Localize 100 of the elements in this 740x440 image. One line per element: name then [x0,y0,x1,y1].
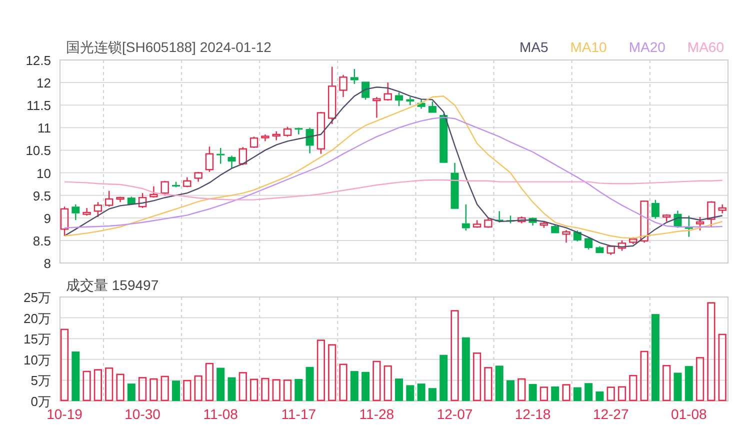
volume-bar [138,377,147,402]
candlestick [596,246,604,254]
volume-bar [306,366,314,401]
axis-label: 10万 [24,352,51,368]
candlestick [484,218,492,228]
volume-bar [283,380,292,402]
axis-label: 12.5 [26,55,51,68]
axis-label: 8.5 [32,233,51,248]
volume-bar [495,366,504,401]
candlestick [417,99,426,109]
candlestick [506,216,514,224]
candlestick [629,237,638,244]
candlestick [528,217,537,226]
candlestick [138,193,147,208]
candlestick [294,128,303,134]
legend-label: MA60 [687,38,724,56]
candlestick [150,186,158,198]
volume-bar [562,384,570,402]
axis-label: 11-08 [203,406,238,422]
candlestick [316,112,326,154]
volume-bar [350,371,358,401]
candlestick [718,204,726,214]
candlestick [283,126,292,137]
candlestick [618,240,626,251]
axis-label: 10.5 [26,143,51,158]
candlestick [72,204,80,220]
candlestick [194,172,202,182]
candlestick [384,82,392,101]
candlestick [172,182,180,188]
candlestick [350,69,358,84]
candlestick [94,202,102,217]
axis-label: 5万 [30,373,51,388]
volume-bar [228,377,236,401]
volume-bar [462,337,470,401]
axis-label: 15万 [24,332,51,347]
candlestick [205,146,214,172]
volume-bar [384,365,392,402]
candlestick [116,196,124,202]
volume-bar [316,340,325,402]
volume-bar [718,334,726,402]
axis-label: 9 [44,210,51,226]
axis-label: 12-07 [436,406,473,422]
volume-bar [272,379,280,402]
volume-bar [528,384,537,401]
candlestick [339,74,348,97]
candlestick [573,230,582,242]
candlestick [606,246,615,255]
candlestick [272,131,280,140]
volume-title: 成交量 159497 [66,277,159,293]
volume-bar [183,380,192,402]
axis-label: 9.5 [32,188,51,204]
legend-label: MA10 [570,38,607,56]
volume-bar [328,344,336,402]
legend-label: MA5 [519,38,548,56]
volume-bar [105,367,114,402]
candlestick [662,214,671,222]
candlestick [328,66,336,124]
volume-bar [216,368,225,401]
axis-label: 12-18 [514,406,551,422]
candlestick [707,201,716,227]
candlestick [684,216,693,237]
volume-bar [540,386,548,402]
axis-label: 12 [36,76,51,91]
volume-bar [261,378,270,402]
volume-bar [172,380,180,401]
volume-bar [372,360,381,402]
candlestick [127,196,136,205]
candlestick [495,211,504,222]
volume-bar [362,372,370,401]
axis-label: 12-27 [592,406,629,422]
volume-bar [506,380,514,401]
volume-bar [116,374,124,402]
candlestick [160,180,169,196]
candlestick [228,156,236,168]
axis-label: 20万 [24,310,51,326]
axis-label: 11-17 [281,406,316,422]
axis-label: 25万 [24,290,51,305]
volume-bar [551,386,560,401]
candlestick [674,210,682,228]
chart-title: 国光连锁[SH605188] 2024-01-12 [66,38,272,56]
candlestick [462,204,470,231]
volume-bar [596,391,604,401]
volume-bar [417,384,426,401]
axis-label: 11-28 [359,406,394,422]
axis-label: 10-30 [124,406,160,422]
legend-label: MA20 [628,38,666,56]
volume-bar [674,372,682,401]
candlestick [306,128,314,154]
volume-bar [428,388,436,401]
candlestick [372,97,381,118]
volume-bar [484,367,492,402]
axis-label: 10 [36,166,51,181]
volume-bar [150,378,158,402]
candlestick [60,206,69,236]
candlestick [562,230,570,243]
axis-label: 11.5 [26,98,51,114]
candlestick [105,190,114,207]
candlestick [82,208,91,216]
volume-bar [94,369,102,402]
volume-bar [606,386,615,402]
